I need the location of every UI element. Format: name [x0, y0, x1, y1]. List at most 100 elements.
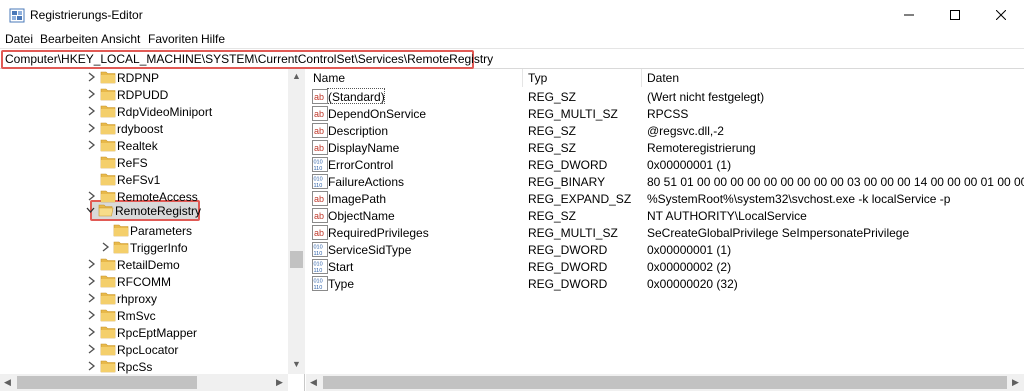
tree-item-label: TriggerInfo: [130, 241, 188, 255]
chevron-right-icon[interactable]: [87, 292, 96, 304]
menu-bearbeiten[interactable]: Bearbeiten: [40, 32, 98, 46]
scroll-left-icon[interactable]: ◀: [4, 377, 11, 388]
tree-item-rhproxy[interactable]: rhproxy: [0, 290, 288, 307]
value-data: %SystemRoot%\system32\svchost.exe -k loc…: [647, 192, 951, 206]
binary-value-icon: 010110: [312, 174, 328, 189]
string-value-icon: ab: [312, 106, 328, 121]
folder-icon: [100, 105, 116, 118]
value-data: SeCreateGlobalPrivilege SeImpersonatePri…: [647, 226, 910, 240]
folder-icon: [100, 156, 116, 169]
tree-item-label: RpcLocator: [117, 343, 179, 357]
tree-item-rdpvideominiport[interactable]: RdpVideoMiniport: [0, 103, 288, 120]
chevron-right-icon[interactable]: [87, 360, 96, 372]
tree-item-refs[interactable]: ReFS: [0, 154, 288, 171]
tree-item-rdpudd[interactable]: RDPUDD: [0, 86, 288, 103]
value-row-start[interactable]: 010 110 Start REG_DWORD 0x00000002 (2): [306, 258, 1024, 275]
value-row-standard[interactable]: ab (Standard) REG_SZ (Wert nicht festgel…: [306, 88, 1024, 105]
tree-horizontal-scroll-thumb[interactable]: [17, 376, 197, 389]
tree-item-rmsvc[interactable]: RmSvc: [0, 307, 288, 324]
folder-icon: [100, 173, 116, 186]
chevron-right-icon[interactable]: [87, 105, 96, 117]
value-row-type[interactable]: 010 110 Type REG_DWORD 0x00000020 (32): [306, 275, 1024, 292]
chevron-right-icon[interactable]: [87, 326, 96, 338]
svg-text:110: 110: [314, 166, 323, 172]
tree-item-rdyboost[interactable]: rdyboost: [0, 120, 288, 137]
values-list[interactable]: Name Typ Daten ab (Standard) REG_SZ (Wer…: [306, 69, 1024, 374]
tree-item-parameters[interactable]: Parameters: [0, 222, 288, 239]
svg-text:ab: ab: [314, 143, 324, 153]
folder-icon: [100, 190, 116, 203]
value-row-imagepath[interactable]: ab ImagePath REG_EXPAND_SZ %SystemRoot%\…: [306, 190, 1024, 207]
column-header-name[interactable]: Name: [313, 71, 345, 89]
value-type: REG_MULTI_SZ: [528, 226, 618, 240]
chevron-right-icon[interactable]: [87, 122, 96, 134]
close-button[interactable]: [978, 0, 1024, 30]
menu-favoriten[interactable]: Favoriten: [148, 32, 198, 46]
value-row-servicesidtype[interactable]: 010 110 ServiceSidType REG_DWORD 0x000000…: [306, 241, 1024, 258]
tree-horizontal-scrollbar[interactable]: ◀ ▶: [0, 374, 288, 391]
folder-icon: [113, 224, 129, 237]
tree-item-realtek[interactable]: Realtek: [0, 137, 288, 154]
chevron-right-icon[interactable]: [87, 343, 96, 355]
tree-item-label: ReFSv1: [117, 173, 161, 187]
chevron-right-icon[interactable]: [87, 88, 96, 100]
tree-item-rpclocator[interactable]: RpcLocator: [0, 341, 288, 358]
menu-hilfe[interactable]: Hilfe: [201, 32, 225, 46]
column-header-data[interactable]: Daten: [647, 71, 679, 89]
scroll-up-icon[interactable]: ▲: [292, 71, 301, 81]
value-data: 0x00000020 (32): [647, 277, 738, 291]
folder-icon: [100, 71, 116, 84]
tree-item-label: RdpVideoMiniport: [117, 105, 213, 119]
chevron-right-icon[interactable]: [87, 139, 96, 151]
values-horizontal-scrollbar[interactable]: ◀ ▶: [306, 374, 1024, 391]
value-row-failureactions[interactable]: 010 110 FailureActions REG_BINARY 80 51 0…: [306, 173, 1024, 190]
value-data: NT AUTHORITY\LocalService: [647, 209, 807, 223]
minimize-button[interactable]: [886, 0, 932, 30]
svg-text:110: 110: [314, 251, 323, 257]
tree-item-remoteregistry[interactable]: RemoteRegistry: [0, 202, 288, 219]
key-tree[interactable]: RDPNP RDPUDD RdpVideoMiniport rdyboost R…: [0, 69, 305, 391]
value-data: @regsvc.dll,-2: [647, 124, 724, 138]
chevron-right-icon[interactable]: [87, 258, 96, 270]
menu-ansicht[interactable]: Ansicht: [101, 32, 140, 46]
value-data: RPCSS: [647, 107, 689, 121]
value-row-requiredprivileges[interactable]: ab RequiredPrivileges REG_MULTI_SZ SeCre…: [306, 224, 1024, 241]
value-data: Remoteregistrierung: [647, 141, 756, 155]
address-bar[interactable]: Computer\HKEY_LOCAL_MACHINE\SYSTEM\Curre…: [0, 48, 1024, 69]
chevron-right-icon[interactable]: [87, 275, 96, 287]
value-type: REG_DWORD: [528, 158, 608, 172]
values-horizontal-scroll-thumb[interactable]: [323, 376, 1007, 389]
value-name: DependOnService: [328, 107, 427, 121]
tree-item-triggerinfo[interactable]: TriggerInfo: [0, 239, 288, 256]
scroll-down-icon[interactable]: ▼: [292, 359, 301, 369]
maximize-button[interactable]: [932, 0, 978, 30]
tree-item-rpcss[interactable]: RpcSs: [0, 358, 288, 375]
tree-item-rfcomm[interactable]: RFCOMM: [0, 273, 288, 290]
chevron-right-icon[interactable]: [87, 190, 96, 202]
menu-datei[interactable]: Datei: [5, 32, 33, 46]
folder-icon: [100, 258, 116, 271]
value-row-errorcontrol[interactable]: 010 110 ErrorControl REG_DWORD 0x00000001…: [306, 156, 1024, 173]
chevron-right-icon[interactable]: [87, 71, 96, 83]
scroll-right-icon[interactable]: ▶: [1012, 377, 1019, 388]
tree-item-rpceptmapper[interactable]: RpcEptMapper: [0, 324, 288, 341]
value-row-objectname[interactable]: ab ObjectName REG_SZ NT AUTHORITY\LocalS…: [306, 207, 1024, 224]
chevron-right-icon[interactable]: [101, 241, 110, 253]
tree-item-rdpnp[interactable]: RDPNP: [0, 69, 288, 86]
scroll-left-icon[interactable]: ◀: [310, 377, 317, 388]
value-name: FailureActions: [328, 175, 405, 189]
column-header-type[interactable]: Typ: [528, 71, 547, 89]
value-row-description[interactable]: ab Description REG_SZ @regsvc.dll,-2: [306, 122, 1024, 139]
tree-vertical-scrollbar[interactable]: ▲ ▼: [288, 69, 305, 374]
tree-item-retaildemo[interactable]: RetailDemo: [0, 256, 288, 273]
tree-vertical-scroll-thumb[interactable]: [290, 251, 303, 268]
column-separator[interactable]: [641, 69, 642, 87]
chevron-down-icon[interactable]: [86, 204, 95, 216]
value-row-displayname[interactable]: ab DisplayName REG_SZ Remoteregistrierun…: [306, 139, 1024, 156]
column-separator[interactable]: [522, 69, 523, 87]
address-path[interactable]: Computer\HKEY_LOCAL_MACHINE\SYSTEM\Curre…: [5, 52, 493, 66]
chevron-right-icon[interactable]: [87, 309, 96, 321]
tree-item-refsv1[interactable]: ReFSv1: [0, 171, 288, 188]
value-row-dependonservice[interactable]: ab DependOnService REG_MULTI_SZ RPCSS: [306, 105, 1024, 122]
scroll-right-icon[interactable]: ▶: [276, 377, 283, 388]
